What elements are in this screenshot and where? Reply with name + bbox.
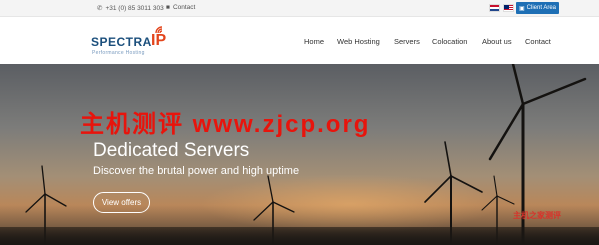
site-header: SPECTRA IP Performance Hosting Home Web …: [0, 17, 599, 64]
logo-tagline: Performance Hosting: [92, 50, 145, 56]
wind-turbines-image: [25, 64, 587, 245]
nav-home[interactable]: Home: [304, 37, 324, 46]
hero-banner: 主机测评 www.zjcp.org 主机之家测评 Dedicated Serve…: [0, 64, 599, 245]
lock-icon: ▣: [518, 5, 525, 12]
top-bar: ✆ +31 (0) 85 3011 303 ■ Contact ▣ Client…: [0, 0, 599, 17]
flag-nl-icon[interactable]: [489, 4, 500, 12]
phone-link[interactable]: ✆ +31 (0) 85 3011 303: [97, 4, 164, 13]
logo-word: SPECTRA: [91, 35, 152, 49]
nav-contact[interactable]: Contact: [525, 37, 551, 46]
hero-title: Dedicated Servers: [93, 140, 250, 161]
contact-label: Contact: [172, 4, 196, 11]
nav-colocation[interactable]: Colocation: [432, 37, 467, 46]
hero-subtitle: Discover the brutal power and high uptim…: [93, 165, 300, 177]
ground-silhouette: [0, 227, 599, 245]
client-area-label: Client Area: [526, 5, 557, 11]
client-area-button[interactable]: ▣ Client Area: [516, 2, 559, 14]
phone-icon: ✆: [97, 5, 103, 12]
nav-servers[interactable]: Servers: [394, 37, 420, 46]
logo-ip: IP: [151, 32, 167, 49]
view-offers-button[interactable]: View offers: [93, 192, 150, 213]
watermark-text: 主机测评 www.zjcp.org: [80, 111, 371, 138]
phone-number: +31 (0) 85 3011 303: [105, 4, 164, 12]
contact-link[interactable]: ■ Contact: [166, 4, 195, 11]
nav-web-hosting[interactable]: Web Hosting: [337, 37, 380, 46]
nav-about-us[interactable]: About us: [482, 37, 512, 46]
chat-icon: ■: [166, 4, 170, 11]
watermark-small-text: 主机之家测评: [513, 211, 561, 220]
flag-en-icon[interactable]: [503, 4, 514, 12]
logo[interactable]: SPECTRA IP Performance Hosting: [91, 26, 183, 58]
